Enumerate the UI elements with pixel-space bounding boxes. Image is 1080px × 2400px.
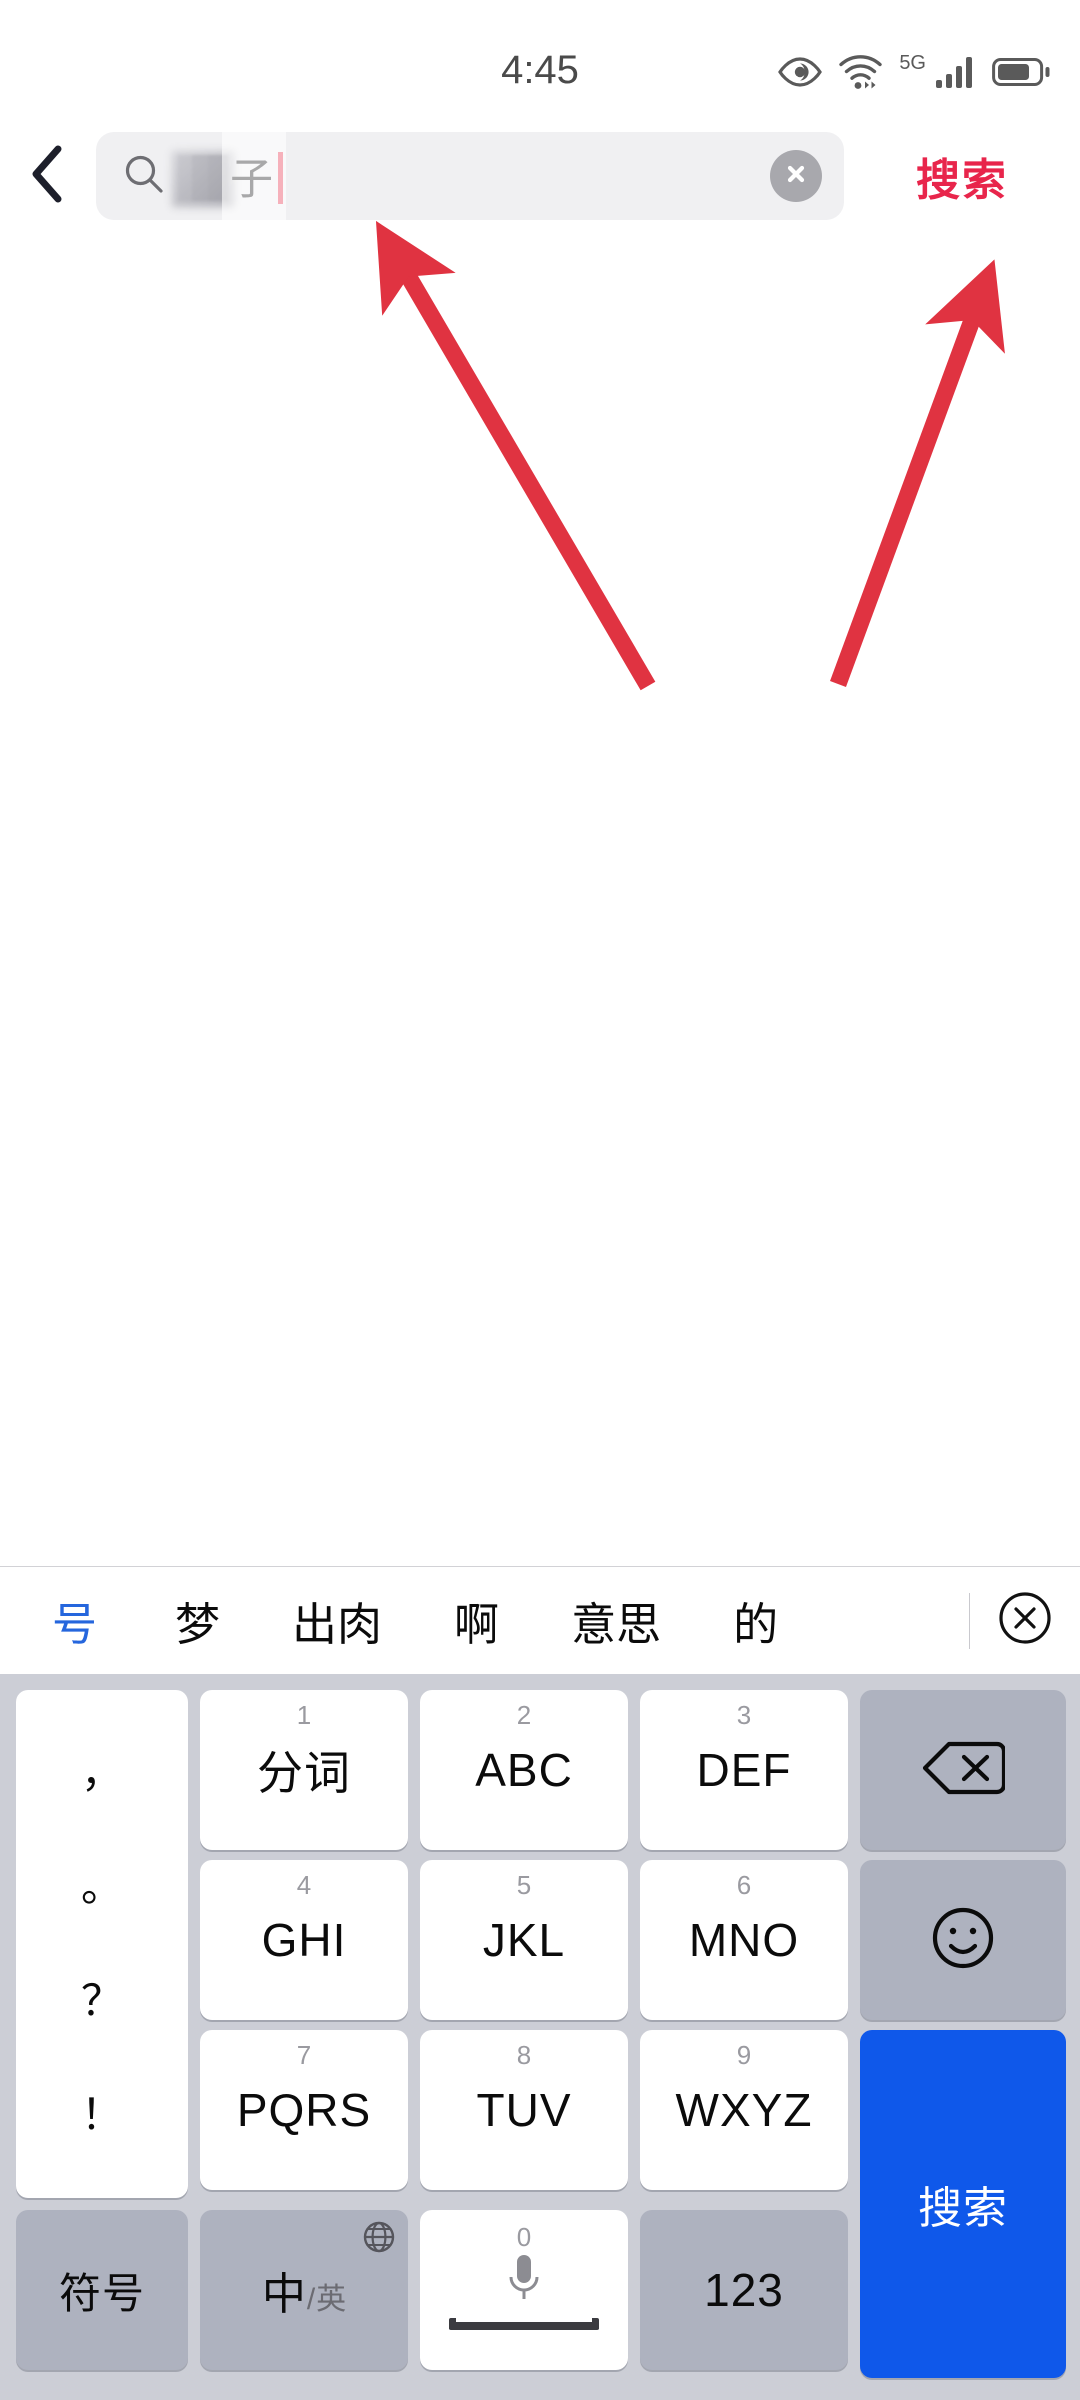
key-9-wxyz[interactable]: 9 WXYZ: [640, 2030, 848, 2190]
language-toggle-label: 中 / 英: [262, 2258, 346, 2322]
space-key[interactable]: 0: [420, 2210, 628, 2370]
key-1-number: 1: [296, 1700, 312, 1730]
candidate-item-2[interactable]: 出肉: [292, 1588, 382, 1653]
key-9-number: 9: [736, 2040, 752, 2070]
chevron-left-icon: [28, 143, 68, 210]
search-input-field[interactable]: 子: [96, 132, 844, 220]
candidate-item-0[interactable]: 号: [52, 1588, 97, 1653]
candidate-item-5[interactable]: 的: [733, 1588, 778, 1653]
key-8-label: TUV: [476, 2084, 572, 2136]
punct-question[interactable]: ？: [81, 1980, 123, 2022]
key-7-pqrs[interactable]: 7 PQRS: [200, 2030, 408, 2190]
key-7-number: 7: [296, 2040, 312, 2070]
key-8-number: 8: [516, 2040, 532, 2070]
backspace-icon: [921, 1738, 1007, 1803]
language-cn: 中: [261, 2270, 306, 2319]
space-key-number: 0: [516, 2222, 532, 2252]
language-slash: /: [306, 2283, 316, 2316]
key-4-label: GHI: [261, 1914, 347, 1966]
key-3-label: DEF: [696, 1744, 792, 1796]
backspace-key[interactable]: [860, 1690, 1066, 1850]
key-2-abc[interactable]: 2 ABC: [420, 1690, 628, 1850]
emoji-key[interactable]: [860, 1860, 1066, 2020]
punct-exclaim[interactable]: ！: [81, 2094, 123, 2136]
language-toggle-key[interactable]: 中 / 英: [200, 2210, 408, 2370]
key-5-label: JKL: [482, 1914, 566, 1966]
status-bar-icons: 5G: [777, 50, 1050, 94]
key-6-mno[interactable]: 6 MNO: [640, 1860, 848, 2020]
close-candidates-button[interactable]: [970, 1590, 1080, 1651]
key-9-label: WXYZ: [675, 2084, 813, 2136]
punct-comma[interactable]: ，: [81, 1752, 123, 1794]
arrow-to-search-input: [375, 220, 656, 691]
close-circle-icon: [997, 1590, 1053, 1651]
punct-period[interactable]: 。: [81, 1866, 123, 1908]
ime-candidate-bar: 号 梦 出肉 啊 意思 的: [0, 1566, 1080, 1674]
microphone-icon[interactable]: [504, 2251, 544, 2312]
key-7-label: PQRS: [236, 2084, 372, 2136]
candidate-item-1[interactable]: 梦: [175, 1588, 220, 1653]
search-query-text: 子: [230, 156, 274, 204]
candidate-item-4[interactable]: 意思: [571, 1588, 661, 1653]
symbol-key[interactable]: 符号: [16, 2210, 188, 2370]
search-icon: [122, 152, 166, 201]
battery-icon: [992, 57, 1050, 87]
key-6-number: 6: [736, 1870, 752, 1900]
key-3-number: 3: [736, 1700, 752, 1730]
key-4-ghi[interactable]: 4 GHI: [200, 1860, 408, 2020]
emoji-smiley-icon: [927, 1902, 999, 1979]
search-header: 子 搜索: [0, 126, 1080, 226]
key-8-tuv[interactable]: 8 TUV: [420, 2030, 628, 2190]
status-bar: 4:45 5G: [0, 0, 1080, 108]
key-2-label: ABC: [475, 1744, 573, 1796]
back-button[interactable]: [0, 126, 96, 226]
clear-search-button[interactable]: [770, 150, 822, 202]
clear-circle-icon: [781, 159, 811, 194]
wifi-icon: [837, 53, 885, 91]
numeric-key[interactable]: 123: [640, 2210, 848, 2370]
search-submit-button[interactable]: 搜索: [844, 144, 1080, 208]
numeric-key-label: 123: [704, 2264, 784, 2316]
enter-search-key[interactable]: 搜索: [860, 2030, 1066, 2378]
search-query[interactable]: 子: [178, 132, 760, 220]
status-bar-time: 4:45: [501, 48, 579, 92]
key-2-number: 2: [516, 1700, 532, 1730]
enter-search-label: 搜索: [918, 2184, 1008, 2233]
virtual-keyboard: ， 。 ？ ！ 1 分词 2 ABC 3 DEF 4 GHI 5 JKL 6 M…: [0, 1674, 1080, 2400]
signal-bars-icon: [934, 55, 978, 89]
space-key-inner: [449, 2251, 599, 2330]
key-5-jkl[interactable]: 5 JKL: [420, 1860, 628, 2020]
space-bar-glyph: [449, 2317, 599, 2330]
screenshot-overlay-band-lower: [206, 236, 302, 278]
key-1-label: 分词: [257, 1747, 351, 1799]
globe-icon: [362, 2220, 396, 2259]
eye-care-icon: [777, 57, 823, 87]
key-3-def[interactable]: 3 DEF: [640, 1690, 848, 1850]
punctuation-key[interactable]: ， 。 ？ ！: [16, 1690, 188, 2198]
phone-screen: 4:45 5G 子 搜索 号 梦 出肉 啊 意思 的 ， 。 ？ ！ 1 分词 …: [0, 0, 1080, 2400]
language-en: 英: [316, 2283, 347, 2316]
key-5-number: 5: [516, 1870, 532, 1900]
arrow-to-search-button: [830, 259, 1005, 687]
key-4-number: 4: [296, 1870, 312, 1900]
symbol-key-label: 符号: [58, 2269, 145, 2317]
5g-label: 5G: [899, 52, 926, 74]
redacted-query-character: [178, 155, 228, 201]
candidate-item-3[interactable]: 啊: [454, 1588, 499, 1653]
key-6-label: MNO: [688, 1914, 800, 1966]
text-cursor: [278, 152, 283, 204]
key-1-fenci[interactable]: 1 分词: [200, 1690, 408, 1850]
